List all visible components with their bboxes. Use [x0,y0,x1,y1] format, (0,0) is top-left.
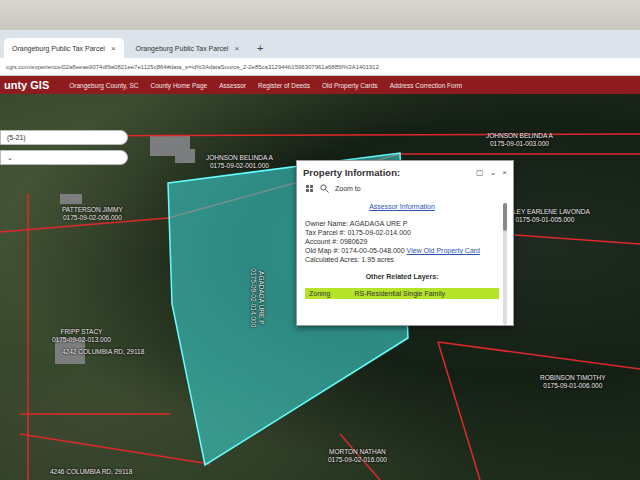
popup-control[interactable]: ▢ [476,168,484,177]
popup-control[interactable]: ⌄ [490,168,497,177]
property-field: Old Map #: 0174-00-05-048.000 View Old P… [305,247,499,254]
popup-title: Property Information: [303,167,400,178]
parcel-id: 0175-09-01-006.000 [540,382,606,390]
popup-body: Assessor Information Owner Name: AGADAGA … [297,195,513,325]
address-label: 4246 COLUMBIA RD, 29118 [50,468,132,476]
tab-label: Orangeburg Public Tax Parcel [12,45,105,52]
monitor-bezel [0,0,640,30]
magnifier-icon[interactable] [320,184,329,193]
field-value: 1.95 acres [361,256,394,263]
field-label: Owner Name: [305,220,348,227]
property-field: Account #: 0980629 [305,238,499,245]
search-text: ⌄ [7,154,13,162]
property-popup: Property Information: ▢ ⌄ × Zoom to Assessor … [296,160,514,326]
parcel-id: 0175-09-02-001.000 [206,162,273,170]
parcel-id: 0175-09-02-006.000 [62,214,123,222]
field-label: Account #: [305,238,338,245]
tab-close[interactable]: × [111,44,116,53]
header-link[interactable]: Old Property Cards [322,82,378,89]
property-field: Calculated Acres: 1.95 acres [305,256,499,263]
parcel-label: JOHNSON BELINDA A0175-09-01-003.000 [486,132,553,148]
tab-strip: Orangeburg Public Tax Parcel×Orangeburg … [0,30,640,58]
parcel-label: FRIPP STACY0175-09-02-013.000 [52,328,111,344]
zoom-row[interactable]: Zoom to [297,182,513,195]
address-bar[interactable]: cgis.com/experience/02a8eeae9074df9a0821… [0,58,640,76]
site-title: unty GIS [4,79,49,91]
header-link[interactable]: Address Correction Form [390,82,463,89]
search-text: (5-21) [7,134,26,141]
owner-name: JOHNSON BELINDA A [206,154,273,162]
browser-tab[interactable]: Orangeburg Public Tax Parcel × [4,38,124,58]
popup-control[interactable]: × [502,168,507,177]
popup-content: Assessor Information Owner Name: AGADAGA … [305,203,499,325]
field-value: 0175-09-02-014.000 [347,229,410,236]
popup-scrollbar[interactable] [503,203,507,325]
house-roof [175,149,195,163]
parcel-label: AGADAGA URE P0175-09-02-014.000 [250,268,266,327]
house-roof [60,194,82,204]
property-field: Owner Name: AGADAGA URE P [305,220,499,227]
owner-name: MORTON NATHAN [328,448,387,456]
layer-row[interactable]: Zoning RS-Residential Single Family [305,288,499,299]
field-label: Calculated Acres: [305,256,359,263]
field-label: Old Map #: [305,247,339,254]
browser-tab[interactable]: Orangeburg Public Tax Parcel × [128,38,248,58]
site-header: unty GIS Orangeburg County, SC County Home… [0,76,640,94]
grid-icon[interactable] [305,184,314,193]
tab-label: Orangeburg Public Tax Parcel [136,45,229,52]
header-link[interactable]: County Home Page [150,82,207,89]
assessor-link[interactable]: Assessor Information [305,203,499,210]
address-label: 4242 COLUMBIA RD, 29118 [62,348,144,356]
popup-controls: ▢ ⌄ × [476,168,507,177]
field-value: 0174-00-05-048.000 [341,247,404,254]
field-value: AGADAGA URE P [350,220,408,227]
screen: Orangeburg Public Tax Parcel×Orangeburg … [0,0,640,480]
old-card-link[interactable]: View Old Property Card [407,247,480,254]
related-title: Other Related Layers: [305,273,499,280]
map[interactable]: (5-21) ⌄ PATTERSON JIMMY0175-09-02-006.000… [0,94,640,480]
search-field[interactable]: (5-21) [0,130,128,145]
scroll-thumb[interactable] [503,203,507,231]
parcel-label: ROBINSON TIMOTHY0175-09-01-006.000 [540,374,606,390]
parcel-id: 0175-09-02-013.000 [52,336,111,344]
header-link[interactable]: Orangeburg County, SC [69,82,138,89]
layer-name: Zoning [309,290,330,297]
search-field[interactable]: ⌄ [0,150,128,165]
zoom-to-label[interactable]: Zoom to [335,185,361,192]
parcel-label: JOHNSON BELINDA A0175-09-02-001.000 [206,154,273,170]
layer-value: RS-Residential Single Family [354,290,445,297]
tab-close[interactable]: × [234,44,239,53]
owner-name: FRIPP STACY [52,328,111,336]
owner-name: AGADAGA URE P [257,268,265,327]
field-label: Tax Parcel #: [305,229,345,236]
header-link[interactable]: Register of Deeds [258,82,310,89]
owner-name: PATTERSON JIMMY [62,206,123,214]
popup-header: Property Information: ▢ ⌄ × [297,161,513,182]
owner-name: ROBINSON TIMOTHY [540,374,606,382]
header-link[interactable]: Assessor [219,82,246,89]
new-tab-button[interactable]: + [251,42,269,58]
owner-name: JOHNSON BELINDA A [486,132,553,140]
field-value: 0980629 [340,238,367,245]
parcel-id: 0175-09-02-014.000 [250,268,258,327]
parcel-label: MORTON NATHAN0175-09-02-016.000 [328,448,387,464]
parcel-id: 0175-09-01-003.000 [486,140,553,148]
address-text: cgis.com/experience/02a8eeae9074df9a0821… [6,64,379,70]
parcel-label: PATTERSON JIMMY0175-09-02-006.000 [62,206,123,222]
property-field: Tax Parcel #: 0175-09-02-014.000 [305,229,499,236]
parcel-id: 0175-09-02-016.000 [328,456,387,464]
